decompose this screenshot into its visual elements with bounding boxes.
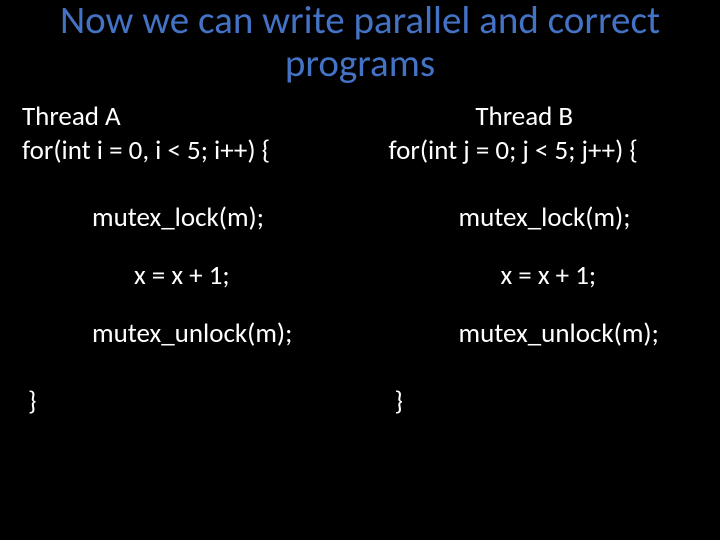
code-columns: Thread A for(int i = 0, i < 5; i++) { mu… [0,100,720,419]
thread-a-for: for(int i = 0, i < 5; i++) { [22,134,354,168]
thread-b-column: Thread B for(int j = 0; j < 5; j++) { mu… [354,100,720,419]
thread-a-incr: x = x + 1; [22,259,354,293]
thread-a-unlock: mutex_unlock(m); [22,317,354,351]
thread-a-close: } [22,385,354,419]
thread-b-for: for(int j = 0; j < 5; j++) { [389,134,720,168]
thread-b-unlock: mutex_unlock(m); [389,317,720,351]
slide-title: Now we can write parallel and correct pr… [0,0,720,100]
thread-a-column: Thread A for(int i = 0, i < 5; i++) { mu… [0,100,354,419]
thread-a-lock: mutex_lock(m); [22,201,354,235]
thread-b-incr: x = x + 1; [389,259,720,293]
thread-a-heading: Thread A [22,100,354,134]
thread-b-heading: Thread B [389,100,720,134]
thread-b-close: } [389,385,720,419]
slide: { "title": "Now we can write parallel an… [0,0,720,540]
thread-b-lock: mutex_lock(m); [389,201,720,235]
